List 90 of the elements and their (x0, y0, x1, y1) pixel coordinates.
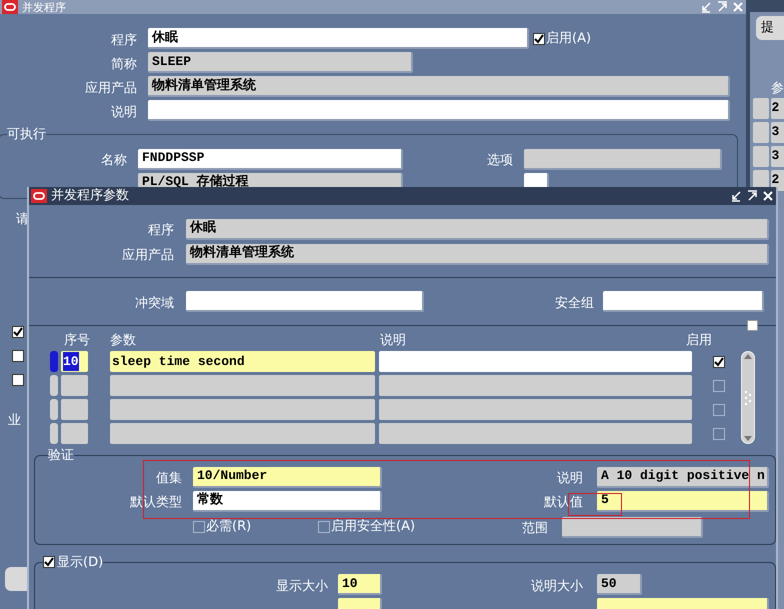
field-label: 程序 (148, 223, 174, 238)
input-field[interactable] (148, 100, 730, 121)
table-cell[interactable] (61, 375, 88, 396)
cell-text: 10 (63, 352, 79, 372)
table-cell[interactable] (61, 423, 88, 444)
field-label: 默认类型 (130, 495, 182, 510)
up-arrow-icon[interactable] (744, 354, 752, 359)
input-field[interactable]: 10/Number (193, 466, 382, 488)
checkbox[interactable] (713, 380, 725, 392)
group-title: 业 (8, 414, 22, 426)
input-field[interactable] (524, 148, 722, 170)
checkbox-label: 启用安全性(A) (331, 518, 416, 536)
column-header: 参 (771, 82, 784, 95)
checkbox[interactable] (12, 374, 24, 386)
column-header: 序号 (64, 332, 90, 350)
field-label: 说明 (557, 471, 583, 486)
close-icon[interactable] (762, 190, 774, 202)
table-cell[interactable] (110, 399, 375, 420)
checkbox[interactable] (43, 556, 55, 568)
input-field[interactable] (603, 291, 764, 312)
column-header: 参数 (110, 332, 136, 350)
oracle-logo-icon (31, 189, 47, 203)
maximize-icon[interactable] (746, 190, 758, 202)
input-field[interactable]: 10 (338, 574, 382, 595)
dropdown[interactable] (562, 516, 703, 538)
input-field[interactable]: FNDDPSSP (138, 148, 403, 170)
input-field[interactable] (186, 291, 424, 312)
checkbox-label: 启用(A) (546, 30, 592, 48)
checkbox[interactable] (713, 356, 725, 368)
input-field[interactable]: 物料清单管理系统 (148, 76, 730, 97)
column-header: 启用 (686, 332, 712, 350)
oracle-logo-icon (2, 0, 18, 14)
minimize-icon[interactable] (730, 190, 742, 202)
table-cell[interactable] (379, 375, 692, 396)
input-field[interactable]: 物料清单管理系统 (186, 244, 769, 264)
table-cell[interactable]: 3 (770, 122, 784, 143)
checkbox[interactable] (12, 350, 24, 362)
checkbox[interactable] (713, 428, 725, 440)
window-title: 并发程序 (22, 2, 66, 12)
checkbox[interactable] (533, 32, 545, 44)
checkmark-icon (13, 326, 23, 336)
input-field[interactable]: 50 (597, 574, 642, 595)
group-title: 验证 (48, 447, 74, 465)
window-title: 并发程序参数 (51, 187, 129, 206)
field-label: 简称 (111, 56, 137, 72)
checkmark-icon (714, 356, 724, 366)
field-label: 应用产品 (85, 80, 137, 96)
field-label: 名称 (101, 153, 127, 168)
field-label: 冲突域 (135, 296, 174, 310)
down-arrow-icon[interactable] (744, 436, 752, 441)
table-cell[interactable] (61, 399, 88, 420)
input-field[interactable]: 常数 (193, 490, 382, 512)
grip-icon[interactable] (744, 388, 752, 406)
field-label: 程序 (111, 32, 137, 48)
submit-button[interactable]: 提 (756, 16, 784, 40)
table-cell[interactable]: 3 (770, 146, 784, 167)
scrollbar[interactable] (741, 351, 755, 444)
field-label: 值集 (156, 471, 182, 486)
field-label: 范围 (522, 521, 548, 536)
table-cell[interactable] (379, 399, 692, 420)
table-cell[interactable] (110, 375, 375, 396)
group-title: 请 (16, 212, 30, 226)
field-label: 说明大小 (531, 578, 583, 594)
field-label: 说明 (111, 104, 137, 120)
input-field[interactable]: SLEEP (148, 52, 413, 73)
checkbox[interactable] (12, 326, 24, 338)
column-header: 说明 (380, 332, 406, 350)
checkbox[interactable] (193, 521, 205, 533)
input-field[interactable]: 休眠 (148, 28, 529, 49)
checkmark-icon (534, 34, 544, 44)
field-label: 安全组 (555, 296, 594, 310)
field-label: 选项 (487, 153, 513, 168)
table-cell[interactable] (110, 423, 375, 444)
input-field[interactable]: 休眠 (186, 218, 769, 240)
field-label: 应用产品 (122, 248, 174, 263)
field-label: 显示大小 (276, 578, 328, 594)
table-cell[interactable] (379, 351, 692, 372)
record-indicator[interactable] (747, 320, 758, 331)
input-field[interactable]: 5 (597, 490, 769, 512)
input-field[interactable]: A 10 digit positive n (597, 466, 769, 488)
checkbox[interactable] (713, 404, 725, 416)
table-cell[interactable] (379, 423, 692, 444)
checkbox[interactable] (318, 521, 330, 533)
checkbox-label: 必需(R) (206, 518, 252, 536)
checkbox-label: 显示(D) (57, 554, 104, 572)
table-cell[interactable]: sleep time second (110, 351, 375, 372)
group-title: 可执行 (7, 126, 46, 144)
checkmark-icon (44, 557, 54, 568)
table-cell[interactable]: 2 (770, 98, 784, 119)
table-cell[interactable]: 10 (61, 351, 88, 372)
